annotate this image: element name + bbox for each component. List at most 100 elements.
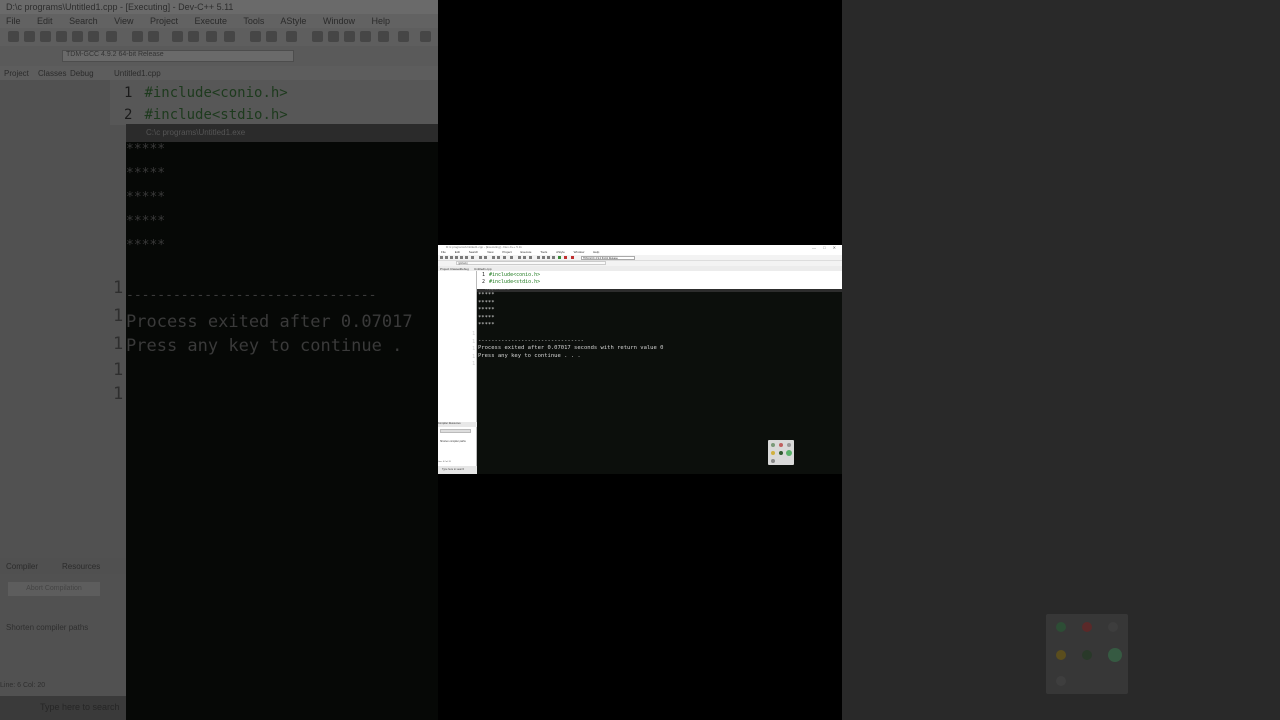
background-code-line-1: 1 #include<conio.h> [124,85,288,101]
find-icon[interactable] [492,256,495,259]
goto-icon [206,31,217,42]
menu-search[interactable]: Search [469,250,479,254]
compile-icon [250,31,261,42]
menu-search: Search [69,16,98,26]
tray-icon[interactable] [771,459,775,463]
save-all-icon[interactable] [455,256,458,259]
close-icon[interactable] [460,256,463,259]
close-all-icon[interactable] [465,256,468,259]
bookmark-icon [420,31,431,42]
background-console-line: Press any key to continue . [126,336,403,356]
bookmark-icon[interactable] [571,256,574,259]
background-gutter-num: 1 [113,334,124,354]
menu-edit[interactable]: Edit [455,250,460,254]
tray-icon[interactable] [771,451,775,455]
left-panel: Compiler Resources Shorten compiler path… [438,271,477,474]
background-console-line: ***** [126,238,166,253]
replace-icon [188,31,199,42]
background-shorten-paths: Shorten compiler paths [6,623,89,632]
replace-icon[interactable] [497,256,500,259]
menu-execute: Execute [194,16,228,26]
tray-icon-highlight[interactable] [786,450,792,456]
menu-file[interactable]: File [441,250,446,254]
shorten-paths-checkbox[interactable]: Shorten compiler paths [440,440,466,443]
bottom-tabs[interactable]: Compiler Resources [438,422,477,427]
menu-astyle[interactable]: AStyle [556,250,565,254]
tab-project: Project [4,69,29,78]
code-editor[interactable]: 1 #include<conio.h> 2 #include<stdio.h> [477,271,842,291]
undo-icon [132,31,143,42]
background-console-line: ***** [126,190,166,205]
close-all-icon [88,31,99,42]
background-console-line: Process exited after 0.07017 [126,312,413,332]
profile-icon[interactable] [547,256,550,259]
editor-gutter: 1 1 1 1 1 [472,331,476,368]
undo-icon[interactable] [479,256,482,259]
menu-file: File [6,16,21,26]
code-line: 1 #include<conio.h> [481,272,541,278]
check-icon[interactable] [558,256,561,259]
goto-icon[interactable] [503,256,506,259]
background-gutter-num: 1 [113,306,124,326]
print-icon[interactable] [471,256,474,259]
indent-icon[interactable] [510,256,513,259]
run-icon [266,31,277,42]
redo-icon[interactable] [484,256,487,259]
grid-icon [360,31,371,42]
menu-help[interactable]: Help [593,250,599,254]
background-gutter-num: 1 [113,384,124,404]
background-toolbar [0,28,438,46]
globals-select[interactable]: (globals) [456,261,606,265]
background-status-line: Line: 6 Col: 20 [0,682,46,689]
background-tray-popup [1046,614,1128,694]
save-icon[interactable] [450,256,453,259]
menu-project[interactable]: Project [502,250,511,254]
window-title: D:\c programs\Untitled1.cpp - [Executing… [446,245,522,249]
background-gutter-num: 1 [113,360,124,380]
tray-icon-highlight [1108,648,1122,662]
save-all-icon [56,31,67,42]
abort-button[interactable] [440,429,471,433]
background-tabs: Project Classes Debug Untitled1.cpp [0,66,438,80]
background-taskbar-search: Type here to search [0,696,126,720]
menu-window[interactable]: Window [574,250,585,254]
indent-icon [224,31,235,42]
background-window-title: D:\c programs\Untitled1.cpp - [Executing… [0,0,438,14]
menu-astyle: AStyle [280,16,307,26]
menu-view[interactable]: View [487,250,493,254]
run-icon[interactable] [523,256,526,259]
tray-icon[interactable] [779,443,783,447]
open-icon[interactable] [445,256,448,259]
rebuild-icon[interactable] [537,256,540,259]
taskbar-search[interactable]: Type here to search [438,466,477,474]
compiler-select[interactable]: TDM-GCC 4.9.2 64-bit Release [581,256,635,260]
check-icon [378,31,389,42]
background-gutter-num: 1 [113,278,124,298]
tray-icon [1108,622,1118,632]
debug-icon [328,31,339,42]
compile-run-icon[interactable] [529,256,532,259]
status-bar: Line: 6 Col: 20 [438,461,451,463]
menu-help: Help [371,16,390,26]
compile-icon[interactable] [518,256,521,259]
background-compiler-select: TDM-GCC 4.9.2 64-bit Release [62,50,294,62]
tab-resources: Resources [62,562,101,571]
find-icon [172,31,183,42]
tray-icon[interactable] [779,451,783,455]
tray-icon[interactable] [771,443,775,447]
background-console-title: C:\c programs\Untitled1.exe [126,124,438,142]
tray-icon [1056,650,1066,660]
menu-edit: Edit [37,16,53,26]
tab-debug: Debug [70,69,94,78]
new-file-icon[interactable] [440,256,443,259]
menu-tools[interactable]: Tools [540,250,547,254]
new-file-icon [8,31,19,42]
tray-icon [1056,622,1066,632]
tray-icon[interactable] [787,443,791,447]
grid-icon[interactable] [552,256,555,259]
background-console-line: -------------------------------- [126,288,377,303]
stop-icon[interactable] [564,256,567,259]
menu-execute[interactable]: Execute [521,250,532,254]
menu-tools: Tools [243,16,265,26]
debug-icon[interactable] [542,256,545,259]
